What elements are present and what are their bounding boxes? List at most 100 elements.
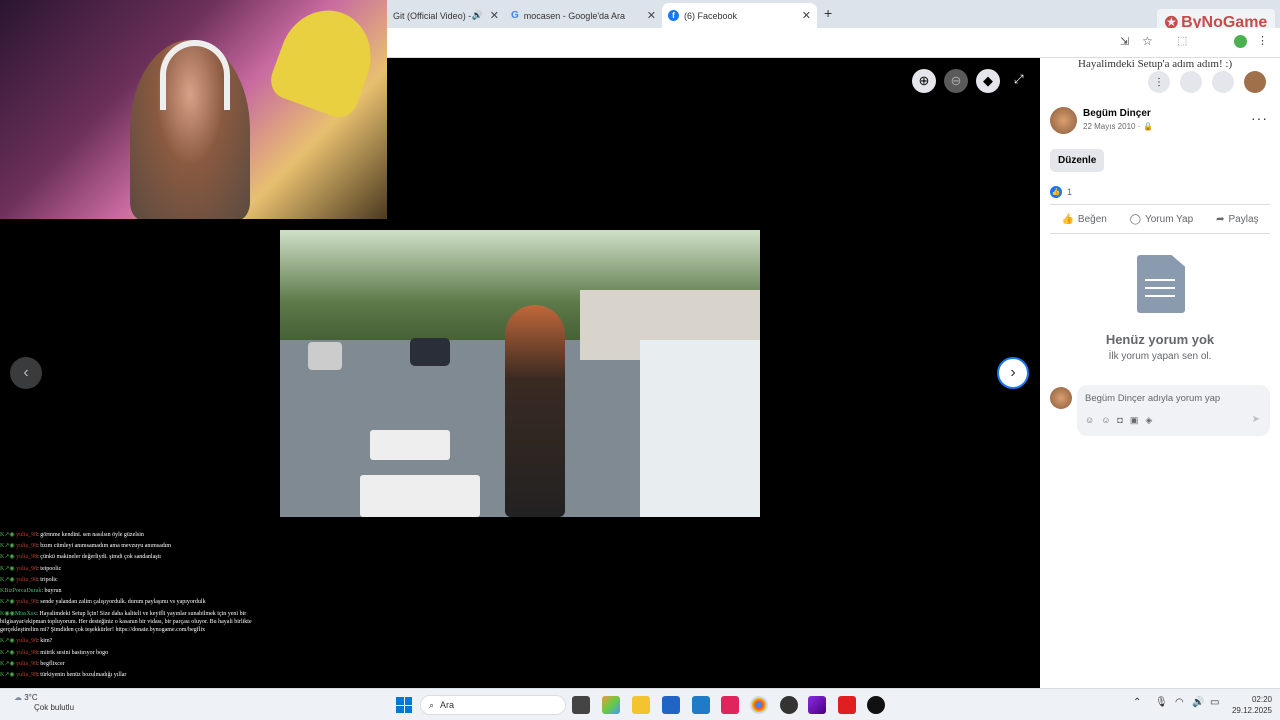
volume-icon[interactable]: 🔊 bbox=[1192, 697, 1204, 708]
extensions-icon[interactable]: ⬚ bbox=[1177, 34, 1187, 47]
chat-badge-icon: K↗◉ bbox=[0, 638, 15, 645]
headphones-icon bbox=[160, 40, 230, 110]
chat-badge-icon: K↗◉ bbox=[0, 599, 15, 606]
empty-document-icon bbox=[1137, 255, 1185, 313]
chat-text: begflixcer bbox=[40, 660, 65, 667]
windows-taskbar: ☁ 3°C Çok bulutlu ⌕ Ara ⌃ 🎙 ◠ 🔊 ▭ 02:20 … bbox=[0, 688, 1280, 720]
search-icon: ⌕ bbox=[429, 699, 435, 710]
chat-text: çünkü makineler değerliydi. şimdi çok sa… bbox=[40, 554, 161, 561]
fullscreen-icon[interactable]: ⤢ bbox=[1014, 72, 1024, 87]
woman-figure bbox=[505, 305, 565, 517]
parked-car bbox=[308, 342, 342, 370]
comment-button[interactable]: ◯ Yorum Yap bbox=[1130, 214, 1193, 225]
author-avatar[interactable] bbox=[1050, 107, 1077, 134]
like-label: Beğen bbox=[1077, 213, 1107, 225]
weather-temp: 3°C bbox=[24, 693, 38, 702]
comment-input[interactable]: Begüm Dinçer adıyla yorum yap bbox=[1085, 393, 1220, 404]
notifications-icon[interactable] bbox=[1212, 71, 1234, 93]
chat-text: buyrun bbox=[44, 588, 62, 595]
send-icon[interactable]: ➤ bbox=[1252, 414, 1260, 425]
l-app-icon[interactable] bbox=[838, 696, 856, 714]
post-side-panel: Hayalimdeki Setup'a adım adım! :) ⋮ Begü… bbox=[1040, 58, 1280, 688]
tab-youtube[interactable]: Git (Official Video) - 🔊 ✕ bbox=[387, 3, 505, 28]
chat-message: K↗◉ yulia_98: çünkü makineler değerliydi… bbox=[0, 554, 161, 561]
chat-badge-icon: K↗◉ bbox=[0, 543, 15, 550]
privacy-lock-icon: 🔒 bbox=[1143, 122, 1154, 131]
store-icon[interactable] bbox=[662, 696, 680, 714]
chat-nick: yulia_98 bbox=[16, 672, 38, 679]
file-explorer-icon[interactable] bbox=[632, 696, 650, 714]
taskbar-search[interactable]: ⌕ Ara bbox=[420, 695, 566, 715]
reaction-summary[interactable]: 👍 1 bbox=[1050, 186, 1072, 198]
like-button[interactable]: 👍 Beğen bbox=[1061, 214, 1106, 225]
zoom-in-icon[interactable]: ⊕ bbox=[912, 69, 936, 93]
previous-photo-button[interactable]: ‹ bbox=[10, 357, 42, 389]
comment-box[interactable]: Begüm Dinçer adıyla yorum yap ☺ ☺ ◘ ▣ ◈ … bbox=[1077, 385, 1270, 436]
avatar-sticker-icon[interactable]: ☺ bbox=[1085, 415, 1094, 426]
close-tab-icon[interactable]: ✕ bbox=[490, 9, 499, 22]
tab-label: (6) Facebook bbox=[684, 10, 738, 21]
chat-message: K↗◉ yulia_98: görmme kendini. sen nasıls… bbox=[0, 532, 144, 538]
more-options-icon[interactable]: ··· bbox=[1251, 110, 1268, 126]
tiktok-red-icon[interactable] bbox=[721, 696, 739, 714]
emoji-icon[interactable]: ☺ bbox=[1101, 415, 1110, 426]
chat-text: görmme kendini. sen nasılsın öyle güzels… bbox=[40, 532, 144, 538]
zoom-out-icon[interactable]: ⊖ bbox=[944, 69, 968, 93]
chat-text: sende yalandan zalim çalışıyordulk. duru… bbox=[40, 599, 206, 606]
tab-google[interactable]: G mocasen - Google'da Ara ✕ bbox=[505, 3, 662, 28]
chat-nick: yulia_98 bbox=[16, 576, 38, 583]
post-date[interactable]: 22 Mayıs 2010 · bbox=[1083, 122, 1140, 131]
chat-nick: yulia_98 bbox=[16, 565, 38, 572]
google-icon: G bbox=[511, 10, 519, 21]
app-icon[interactable] bbox=[808, 696, 826, 714]
gif-icon[interactable]: ▣ bbox=[1130, 415, 1139, 426]
clock[interactable]: 02:20 29.12.2025 bbox=[1226, 694, 1272, 716]
chrome-icon[interactable] bbox=[750, 696, 768, 714]
chat-text: kim? bbox=[40, 638, 53, 645]
tiktok-icon[interactable] bbox=[867, 696, 885, 714]
outlook-icon[interactable] bbox=[692, 696, 710, 714]
post-photo bbox=[280, 230, 760, 517]
windows-start-icon[interactable] bbox=[396, 697, 412, 713]
author-name[interactable]: Begüm Dinçer bbox=[1083, 108, 1151, 119]
chat-text: türkiyenin henüz bozulmadığı yıllar bbox=[40, 672, 127, 679]
obs-icon[interactable] bbox=[780, 696, 798, 714]
battery-icon[interactable]: ▭ bbox=[1210, 697, 1219, 708]
profile-avatar[interactable] bbox=[1234, 35, 1247, 48]
grid-menu-icon[interactable]: ⋮ bbox=[1148, 71, 1170, 93]
tab-facebook[interactable]: f (6) Facebook ✕ bbox=[662, 3, 817, 28]
reaction-count: 1 bbox=[1067, 187, 1073, 197]
chat-nick: MissXsx bbox=[14, 611, 37, 618]
menu-icon[interactable]: ⋮ bbox=[1257, 34, 1268, 47]
like-reaction-icon: 👍 bbox=[1050, 186, 1062, 198]
edit-button[interactable]: Düzenle bbox=[1050, 149, 1105, 172]
sticker-icon[interactable]: ◈ bbox=[1145, 415, 1152, 426]
bookmark-star-icon[interactable]: ☆ bbox=[1142, 34, 1153, 48]
comment-icon: ◯ bbox=[1129, 213, 1141, 225]
post-actions: 👍 Beğen ◯ Yorum Yap ➦ Paylaş bbox=[1050, 204, 1270, 234]
tag-icon[interactable]: ◆ bbox=[976, 69, 1000, 93]
tiled-wall bbox=[640, 340, 760, 517]
wifi-icon[interactable]: ◠ bbox=[1175, 697, 1184, 708]
new-tab-button[interactable]: + bbox=[824, 5, 832, 21]
task-view-icon[interactable] bbox=[572, 696, 590, 714]
copilot-icon[interactable] bbox=[602, 696, 620, 714]
close-tab-icon[interactable]: ✕ bbox=[802, 9, 811, 22]
close-tab-icon[interactable]: ✕ bbox=[647, 9, 656, 22]
yellow-umbrella bbox=[265, 0, 385, 123]
weather-cloud-icon: ☁ bbox=[14, 693, 22, 702]
comment-label: Yorum Yap bbox=[1144, 213, 1194, 225]
speaker-icon[interactable]: 🔊 bbox=[472, 10, 483, 21]
share-button[interactable]: ➦ Paylaş bbox=[1216, 214, 1258, 225]
camera-icon[interactable]: ◘ bbox=[1117, 415, 1122, 426]
install-app-icon[interactable]: ⇲ bbox=[1120, 35, 1129, 48]
chat-message: K↗◉ yulia_98: sende yalandan zalim çalış… bbox=[0, 599, 206, 606]
chat-nick: yulia_98 bbox=[16, 554, 38, 561]
account-avatar[interactable] bbox=[1244, 71, 1266, 93]
next-photo-button[interactable]: › bbox=[997, 357, 1029, 389]
show-hidden-icons[interactable]: ⌃ bbox=[1133, 697, 1141, 708]
weather-widget[interactable]: ☁ 3°C Çok bulutlu bbox=[14, 693, 74, 713]
chat-message: K◉◉MissXsx: Hayalimdeki Setup İçin! Size… bbox=[0, 611, 252, 634]
messenger-icon[interactable] bbox=[1180, 71, 1202, 93]
microphone-icon[interactable]: 🎙 bbox=[1155, 697, 1168, 708]
